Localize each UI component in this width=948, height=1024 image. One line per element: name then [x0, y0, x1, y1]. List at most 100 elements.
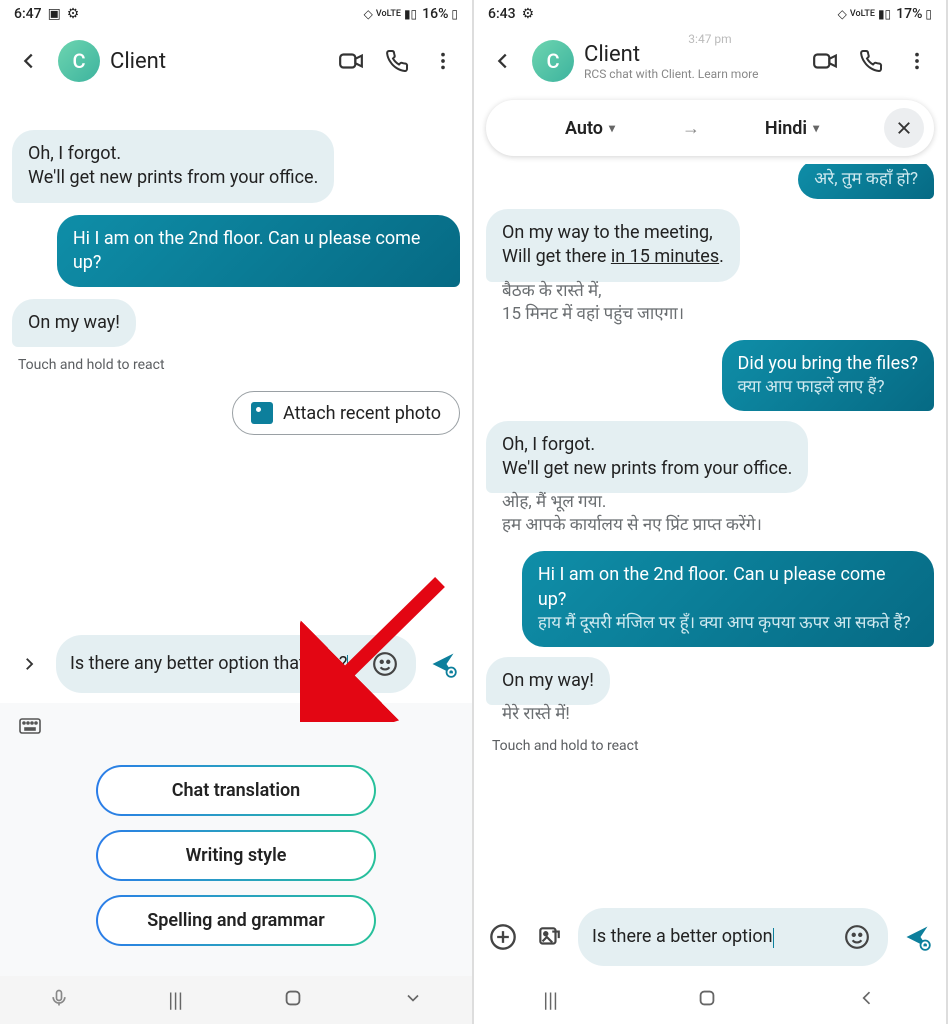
more-icon[interactable]: [898, 42, 936, 80]
chat-translation-button[interactable]: Chat translation: [96, 765, 376, 816]
more-icon[interactable]: [424, 42, 462, 80]
wifi-icon: ◇: [838, 7, 847, 21]
translation-text: हाय मैं दूसरी मंजिल पर हूँ। क्या आप कृपय…: [538, 612, 918, 635]
video-call-icon[interactable]: [806, 42, 844, 80]
translation-text: 15 मिनट में वहां पहुंच जाएगा।: [502, 301, 934, 324]
message-in[interactable]: Oh, I forgot. We'll get new prints from …: [486, 421, 808, 494]
recents-icon[interactable]: |||: [543, 988, 558, 1012]
image-icon: ▣: [48, 6, 61, 22]
emoji-icon[interactable]: [840, 920, 874, 954]
gear-icon: ⚙: [67, 6, 80, 22]
attach-recent-photo-button[interactable]: Attach recent photo: [232, 391, 460, 435]
react-hint: Touch and hold to react: [18, 357, 165, 373]
target-lang-label: Hindi: [765, 118, 807, 139]
chevron-down-icon: ▾: [813, 121, 819, 135]
battery-icon: ▯: [451, 7, 458, 21]
nav-bar: |||: [474, 976, 946, 1024]
status-time: 6:47: [14, 6, 42, 22]
source-lang-label: Auto: [565, 118, 603, 139]
translation-text: क्या आप फाइलें लाए हैं?: [738, 376, 918, 399]
source-language-select[interactable]: Auto ▾: [506, 118, 674, 139]
emoji-icon[interactable]: [368, 647, 402, 681]
avatar[interactable]: C: [58, 40, 100, 82]
compose-text: Is there any better option that this?: [70, 653, 347, 674]
home-icon[interactable]: [282, 987, 304, 1014]
nav-bar: |||: [0, 976, 472, 1024]
status-bar: 6:43 ⚙ ◇ VoLTE ▮▯ 17% ▯: [474, 0, 946, 28]
add-icon[interactable]: [486, 920, 520, 954]
message-out[interactable]: Did you bring the files? क्या आप फाइलें …: [722, 340, 934, 411]
message-text: On my way to the meeting,: [502, 221, 724, 245]
chat-subtitle[interactable]: RCS chat with Client. Learn more: [584, 67, 796, 81]
message-text: We'll get new prints from your office.: [502, 457, 792, 481]
expand-icon[interactable]: [12, 647, 46, 681]
close-translate-button[interactable]: [884, 108, 924, 148]
phone-right: 6:43 ⚙ ◇ VoLTE ▮▯ 17% ▯ C Client RCS cha…: [474, 0, 948, 1024]
compose-row: Is there a better option: [474, 900, 946, 976]
battery-text: 17%: [896, 6, 922, 22]
text-cursor: [347, 655, 348, 675]
message-list[interactable]: Oh, I forgot. We'll get new prints from …: [0, 94, 472, 629]
photo-icon: [251, 402, 273, 424]
send-icon[interactable]: [900, 920, 934, 954]
compose-row: Is there any better option that this?: [0, 629, 472, 703]
gear-icon: ⚙: [522, 6, 535, 22]
message-text: Hi I am on the 2nd floor. Can u please c…: [538, 563, 918, 612]
time-link[interactable]: in 15 minutes: [611, 246, 719, 267]
battery-icon: ▯: [925, 7, 932, 21]
home-icon[interactable]: [696, 987, 718, 1014]
spelling-grammar-button[interactable]: Spelling and grammar: [96, 895, 376, 946]
translation-text: अरे, तुम कहाँ हो?: [814, 168, 918, 191]
message-text: Oh, I forgot.: [502, 433, 792, 457]
message-text: On my way!: [28, 312, 120, 333]
send-icon[interactable]: [426, 647, 460, 681]
back-nav-icon[interactable]: [857, 988, 877, 1013]
back-icon[interactable]: [484, 42, 522, 80]
message-text: Will get there in 15 minutes.: [502, 245, 724, 269]
compose-input[interactable]: Is there any better option that this?: [56, 635, 416, 693]
react-hint: Touch and hold to react: [492, 738, 639, 754]
phone-left: 6:47 ▣ ⚙ ◇ VoLTE ▮▯ 16% ▯ C Client: [0, 0, 474, 1024]
back-nav-icon[interactable]: [403, 988, 423, 1013]
gallery-icon[interactable]: [532, 920, 566, 954]
phone-call-icon[interactable]: [852, 42, 890, 80]
message-text: Oh, I forgot.: [28, 142, 318, 166]
volte-icon: VoLTE: [850, 10, 875, 19]
keyboard-icon[interactable]: [18, 717, 42, 741]
volte-icon: VoLTE: [376, 10, 401, 19]
message-in[interactable]: Oh, I forgot. We'll get new prints from …: [12, 130, 334, 203]
battery-text: 16%: [422, 6, 448, 22]
target-language-select[interactable]: Hindi ▾: [708, 118, 876, 139]
text-cursor: [773, 928, 774, 948]
message-in[interactable]: On my way!: [12, 299, 136, 347]
message-out[interactable]: Hi I am on the 2nd floor. Can u please c…: [522, 551, 934, 647]
signal-icon: ▮▯: [878, 7, 891, 21]
wifi-icon: ◇: [364, 7, 373, 21]
ai-suggestion-panel: Chat translation Writing style Spelling …: [0, 703, 472, 976]
compose-input[interactable]: Is there a better option: [578, 908, 888, 966]
message-text: On my way!: [502, 669, 594, 693]
avatar[interactable]: C: [532, 40, 574, 82]
chevron-down-icon: ▾: [609, 121, 615, 135]
message-in[interactable]: On my way!: [486, 657, 610, 705]
writing-style-button[interactable]: Writing style: [96, 830, 376, 881]
translate-bar: Auto ▾ → Hindi ▾: [486, 100, 934, 156]
translation-text: मेरे रास्ते में!: [502, 701, 934, 724]
phone-call-icon[interactable]: [378, 42, 416, 80]
attach-label: Attach recent photo: [283, 403, 441, 424]
status-time: 6:43: [488, 6, 516, 22]
translation-text: हम आपके कार्यालय से नए प्रिंट प्राप्त कर…: [502, 512, 934, 535]
recents-icon[interactable]: |||: [168, 988, 183, 1012]
back-icon[interactable]: [10, 42, 48, 80]
arrow-right-icon: →: [682, 118, 700, 139]
mic-icon[interactable]: [49, 988, 69, 1012]
timestamp: 3:47 pm: [474, 32, 946, 46]
chat-header: C Client: [0, 28, 472, 94]
message-out[interactable]: अरे, तुम कहाँ हो?: [798, 164, 934, 199]
message-list[interactable]: अरे, तुम कहाँ हो? On my way to the meeti…: [474, 164, 946, 900]
message-in[interactable]: On my way to the meeting, Will get there…: [486, 209, 740, 282]
message-out[interactable]: Hi I am on the 2nd floor. Can u please c…: [57, 215, 460, 288]
signal-icon: ▮▯: [404, 7, 417, 21]
chat-title[interactable]: Client: [110, 49, 322, 74]
video-call-icon[interactable]: [332, 42, 370, 80]
